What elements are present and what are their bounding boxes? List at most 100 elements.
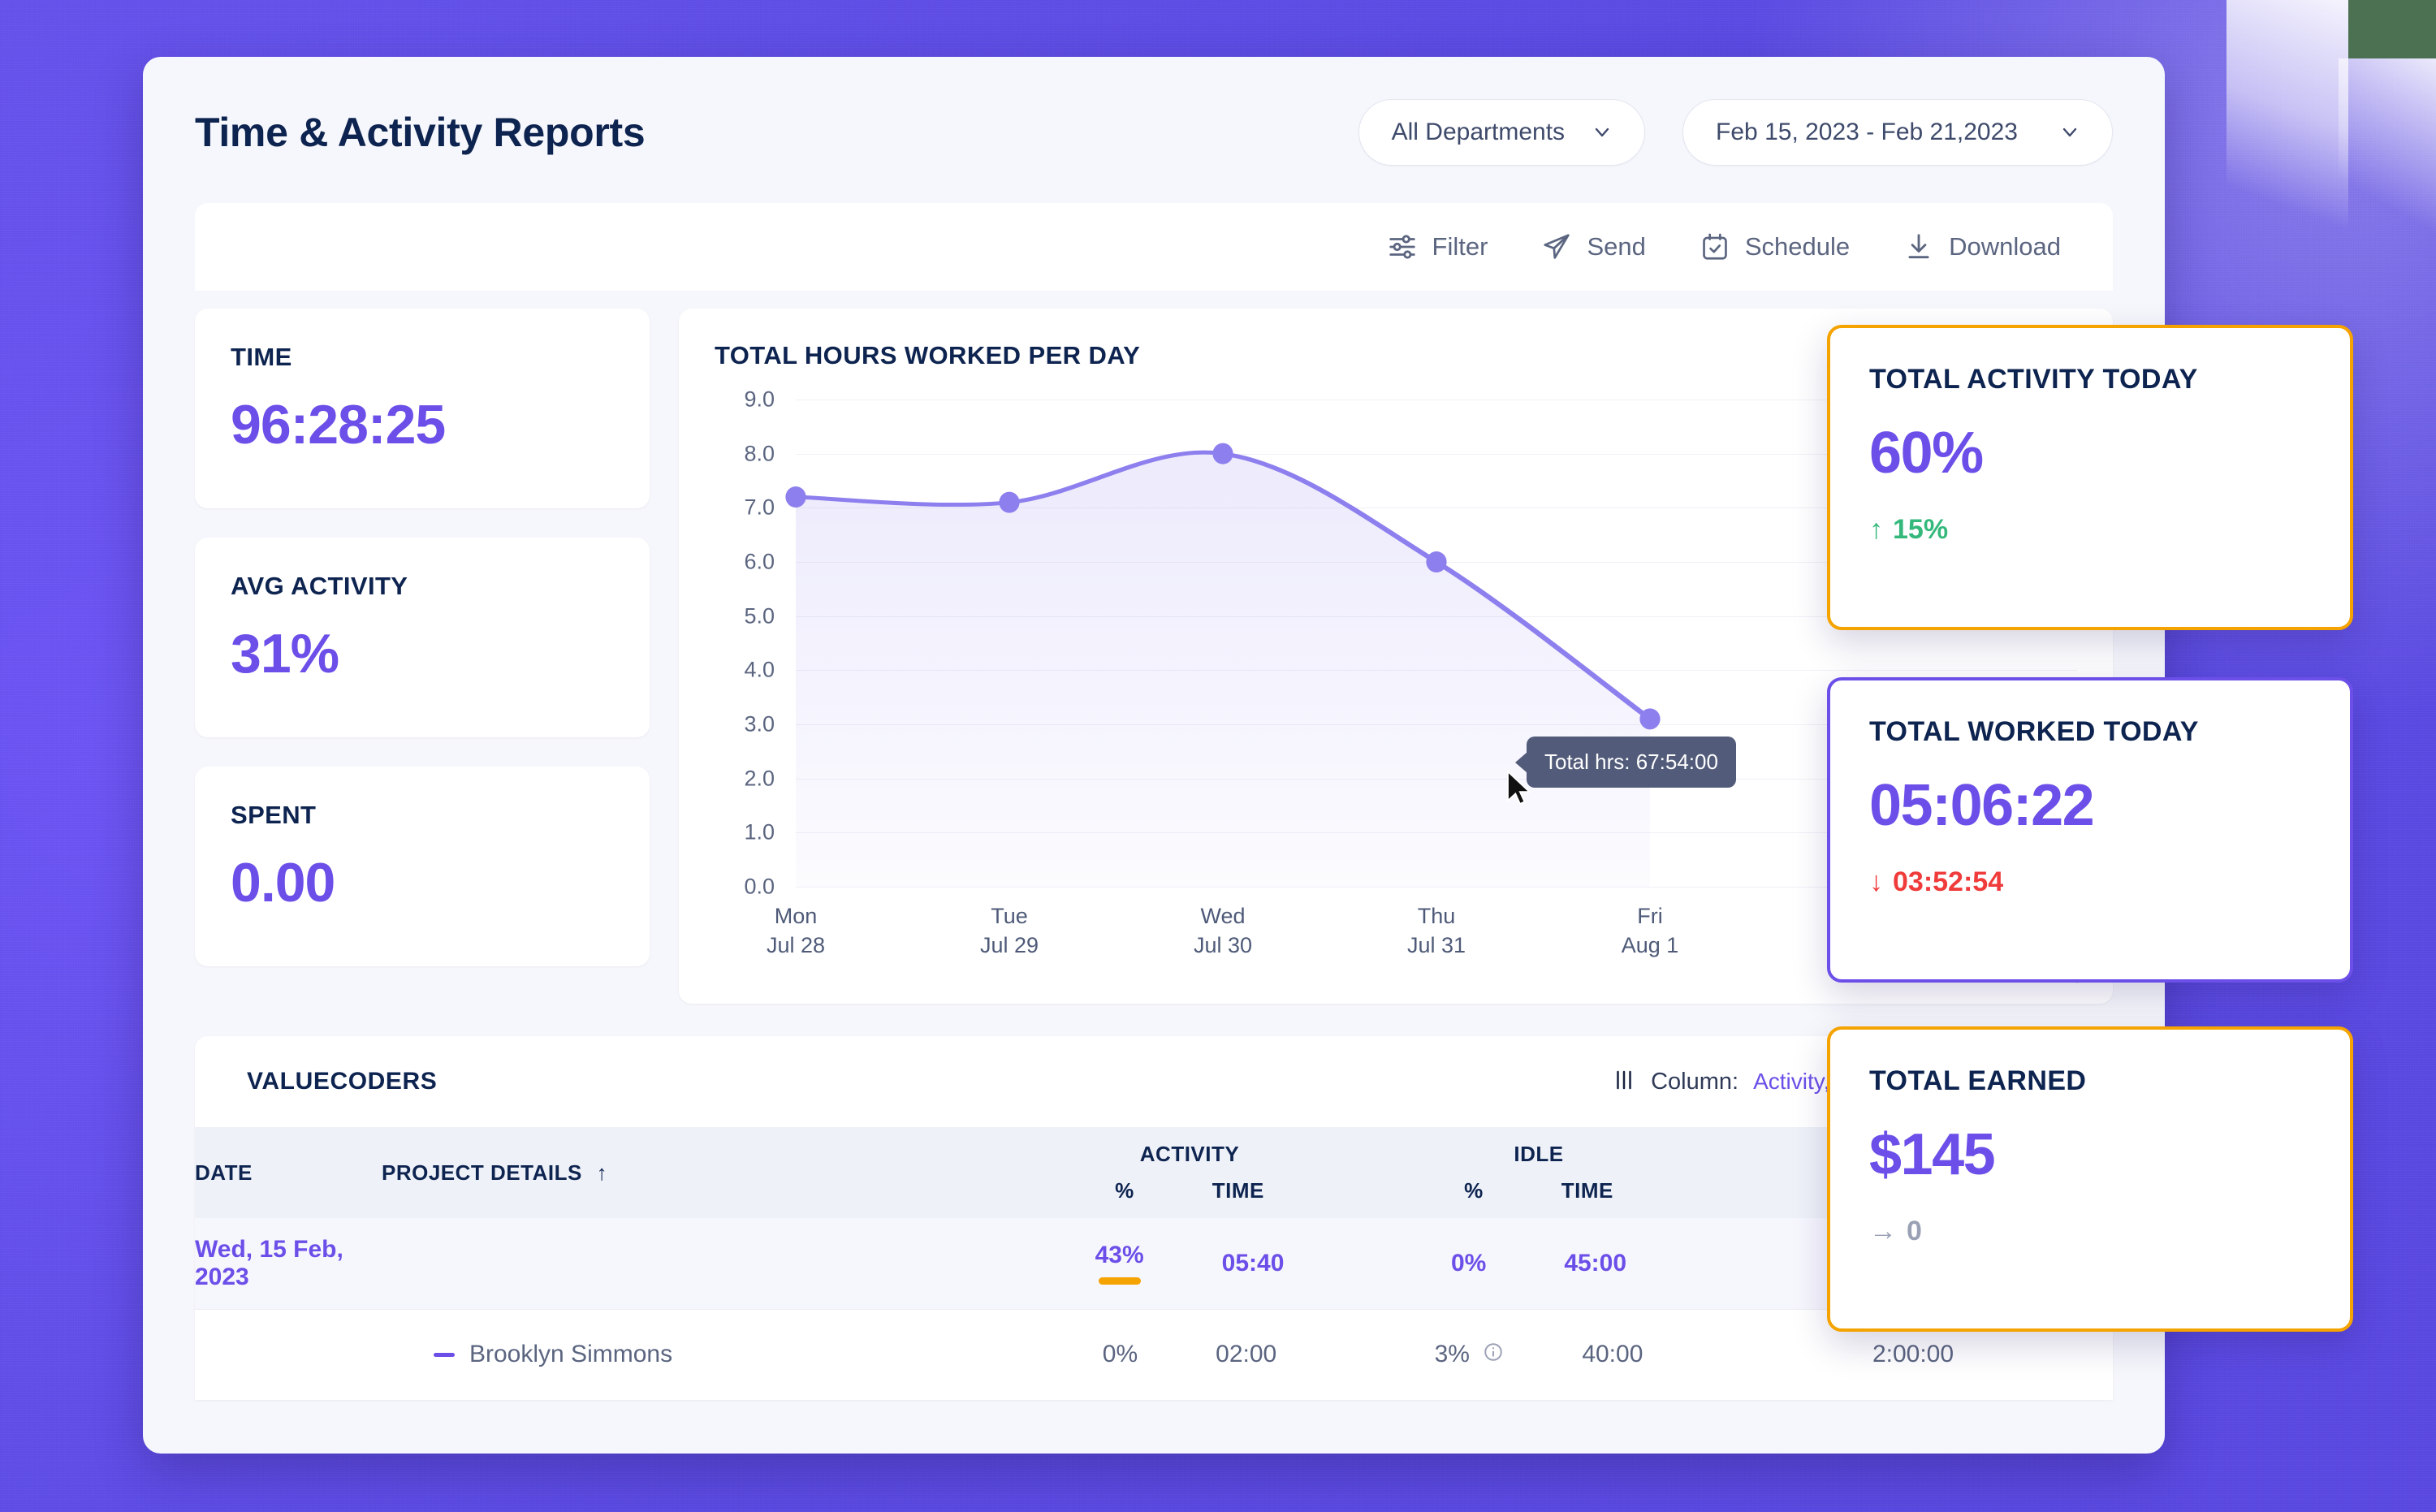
cell-project: Brooklyn Simmons <box>382 1309 1015 1400</box>
header-activity-sub: % TIME <box>1015 1178 1364 1203</box>
float-card-value: 05:06:22 <box>1869 773 2095 838</box>
download-button[interactable]: Download <box>1903 231 2061 262</box>
float-card-delta-value: 03:52:54 <box>1893 866 2004 897</box>
float-card-label: TOTAL WORKED TODAY <box>1869 716 2199 747</box>
header-activity-group: ACTIVITY % TIME <box>1015 1127 1364 1218</box>
filter-sliders-icon <box>1387 231 1418 262</box>
float-card-delta: ↑ 15% <box>1869 514 2311 546</box>
header-controls: All Departments Feb 15, 2023 - Feb 21,20… <box>1358 99 2113 166</box>
cell-idle-percent: 0% <box>1450 1249 1487 1277</box>
chart-data-point[interactable] <box>1639 708 1661 730</box>
chart-x-tick-label: Mon Jul 28 <box>766 904 826 958</box>
mouse-cursor-icon <box>1504 769 1535 814</box>
table-row[interactable]: Wed, 15 Feb, 2023 43% 05:40 0% 45:00 <box>195 1218 2113 1309</box>
float-card-delta-value: 0 <box>1907 1216 1922 1246</box>
sort-ascending-icon: ↑ <box>596 1160 608 1185</box>
download-icon <box>1903 231 1934 262</box>
report-table-card: VALUECODERS Column: Activity,Idl... ▾ <box>195 1036 2113 1400</box>
cell-activity-percent: 43% <box>1095 1242 1144 1269</box>
header-date-label: DATE <box>195 1160 253 1185</box>
cell-activity-time: 05:40 <box>1221 1249 1285 1277</box>
chart-x-tick-label: Tue Jul 29 <box>979 904 1039 958</box>
float-card-label: TOTAL ACTIVITY TODAY <box>1869 364 2198 395</box>
date-range-value: Feb 15, 2023 - Feb 21,2023 <box>1716 119 2018 145</box>
table-head: DATE PROJECT DETAILS ↑ ACTIVITY % TIME I… <box>195 1127 2113 1218</box>
stat-value: 96:28:25 <box>231 394 446 456</box>
member-name-label: Brooklyn Simmons <box>469 1341 673 1368</box>
chevron-down-icon <box>1592 123 1612 142</box>
chart-x-tick-label: Wed Jul 30 <box>1193 904 1253 958</box>
filter-button[interactable]: Filter <box>1387 231 1488 262</box>
header-activity-percent: % <box>1115 1178 1134 1203</box>
send-label: Send <box>1587 232 1646 261</box>
cell-idle-percent: 3% <box>1434 1340 1470 1367</box>
chart-data-point[interactable] <box>785 486 806 508</box>
organization-name: VALUECODERS <box>247 1068 438 1095</box>
idle-percent-wrap: 3% <box>1435 1341 1505 1369</box>
schedule-button[interactable]: Schedule <box>1700 231 1850 262</box>
chart-x-tick-label: Thu Jul 31 <box>1406 904 1466 958</box>
float-card-value: $145 <box>1869 1122 1996 1187</box>
float-card-delta: → 0 <box>1869 1216 2311 1247</box>
header-activity-time: TIME <box>1212 1178 1264 1203</box>
arrow-right-icon: → <box>1869 1216 1897 1246</box>
stat-card-time: TIME 96:28:25 <box>195 309 650 508</box>
chart-data-point[interactable] <box>999 491 1020 513</box>
table-row[interactable]: Brooklyn Simmons 0% 02:00 3% 40:00 2:00:… <box>195 1309 2113 1400</box>
collapse-dash-icon[interactable] <box>434 1352 455 1357</box>
info-icon[interactable] <box>1483 1341 1504 1369</box>
chart-data-point[interactable] <box>1212 443 1233 464</box>
float-card-total-worked-today: TOTAL WORKED TODAY 05:06:22 ↓ 03:52:54 <box>1827 677 2353 983</box>
header-project-details-label: PROJECT DETAILS <box>382 1160 582 1185</box>
header-idle-time: TIME <box>1561 1178 1613 1203</box>
send-button[interactable]: Send <box>1541 231 1646 262</box>
date-range-dropdown[interactable]: Feb 15, 2023 - Feb 21,2023 <box>1682 99 2113 166</box>
chart-y-tick-label: 2.0 <box>744 766 775 791</box>
table-header-row: DATE PROJECT DETAILS ↑ ACTIVITY % TIME I… <box>195 1127 2113 1218</box>
report-table: DATE PROJECT DETAILS ↑ ACTIVITY % TIME I… <box>195 1127 2113 1400</box>
page-title: Time & Activity Reports <box>195 110 646 155</box>
report-toolbar: Filter Send Schedule Download <box>195 203 2113 291</box>
chart-y-tick-label: 1.0 <box>744 819 775 845</box>
header-date[interactable]: DATE <box>195 1127 382 1218</box>
header-idle-sub: % TIME <box>1364 1178 1713 1203</box>
stat-label: SPENT <box>231 801 317 829</box>
table-body: Wed, 15 Feb, 2023 43% 05:40 0% 45:00 Bro… <box>195 1218 2113 1400</box>
chart-data-point[interactable] <box>1426 551 1447 572</box>
chart-y-tick-label: 4.0 <box>744 657 775 682</box>
schedule-label: Schedule <box>1744 232 1851 261</box>
header-project-details[interactable]: PROJECT DETAILS ↑ <box>382 1127 1015 1218</box>
department-filter-value: All Departments <box>1391 119 1566 145</box>
cell-activity-group: 0% 02:00 <box>1015 1309 1364 1400</box>
chart-x-tick-label: Fri Aug 1 <box>1621 904 1679 958</box>
stat-card-avg-activity: AVG ACTIVITY 31% <box>195 538 650 737</box>
header-idle-group: IDLE % TIME <box>1364 1127 1713 1218</box>
cell-date <box>195 1309 382 1400</box>
download-label: Download <box>1949 232 2061 261</box>
header-activity-label: ACTIVITY <box>1139 1142 1240 1166</box>
float-card-delta-value: 15% <box>1893 514 1949 545</box>
chart-y-tick-label: 6.0 <box>744 549 775 574</box>
table-toolbar: VALUECODERS Column: Activity,Idl... ▾ <box>195 1036 2113 1127</box>
department-filter-dropdown[interactable]: All Departments <box>1358 99 1646 166</box>
cell-activity-group: 43% 05:40 <box>1015 1218 1364 1309</box>
stat-value: 31% <box>231 623 339 685</box>
activity-progress-bar <box>1098 1277 1141 1285</box>
corner-glow-decoration <box>2227 0 2348 244</box>
corner-green-block <box>2348 0 2436 58</box>
arrow-down-icon: ↓ <box>1869 866 1883 897</box>
stat-card-spent: SPENT 0.00 <box>195 767 650 966</box>
chart-y-tick-label: 7.0 <box>744 495 775 520</box>
chart-tooltip: Total hrs: 67:54:00 <box>1527 737 1736 788</box>
stat-label: AVG ACTIVITY <box>231 572 408 600</box>
cell-idle-group: 0% 45:00 <box>1364 1218 1713 1309</box>
chart-y-tick-label: 5.0 <box>744 603 775 629</box>
filter-label: Filter <box>1432 232 1488 261</box>
chart-y-tick-label: 3.0 <box>744 711 775 737</box>
cell-project <box>382 1218 1015 1309</box>
arrow-up-icon: ↑ <box>1869 514 1883 545</box>
header-idle-percent: % <box>1464 1178 1484 1203</box>
metrics-and-chart-row: TIME 96:28:25 AVG ACTIVITY 31% SPENT 0.0… <box>195 309 2113 1004</box>
float-card-total-earned: TOTAL EARNED $145 → 0 <box>1827 1026 2353 1332</box>
cell-activity-percent: 0% <box>1102 1341 1138 1368</box>
